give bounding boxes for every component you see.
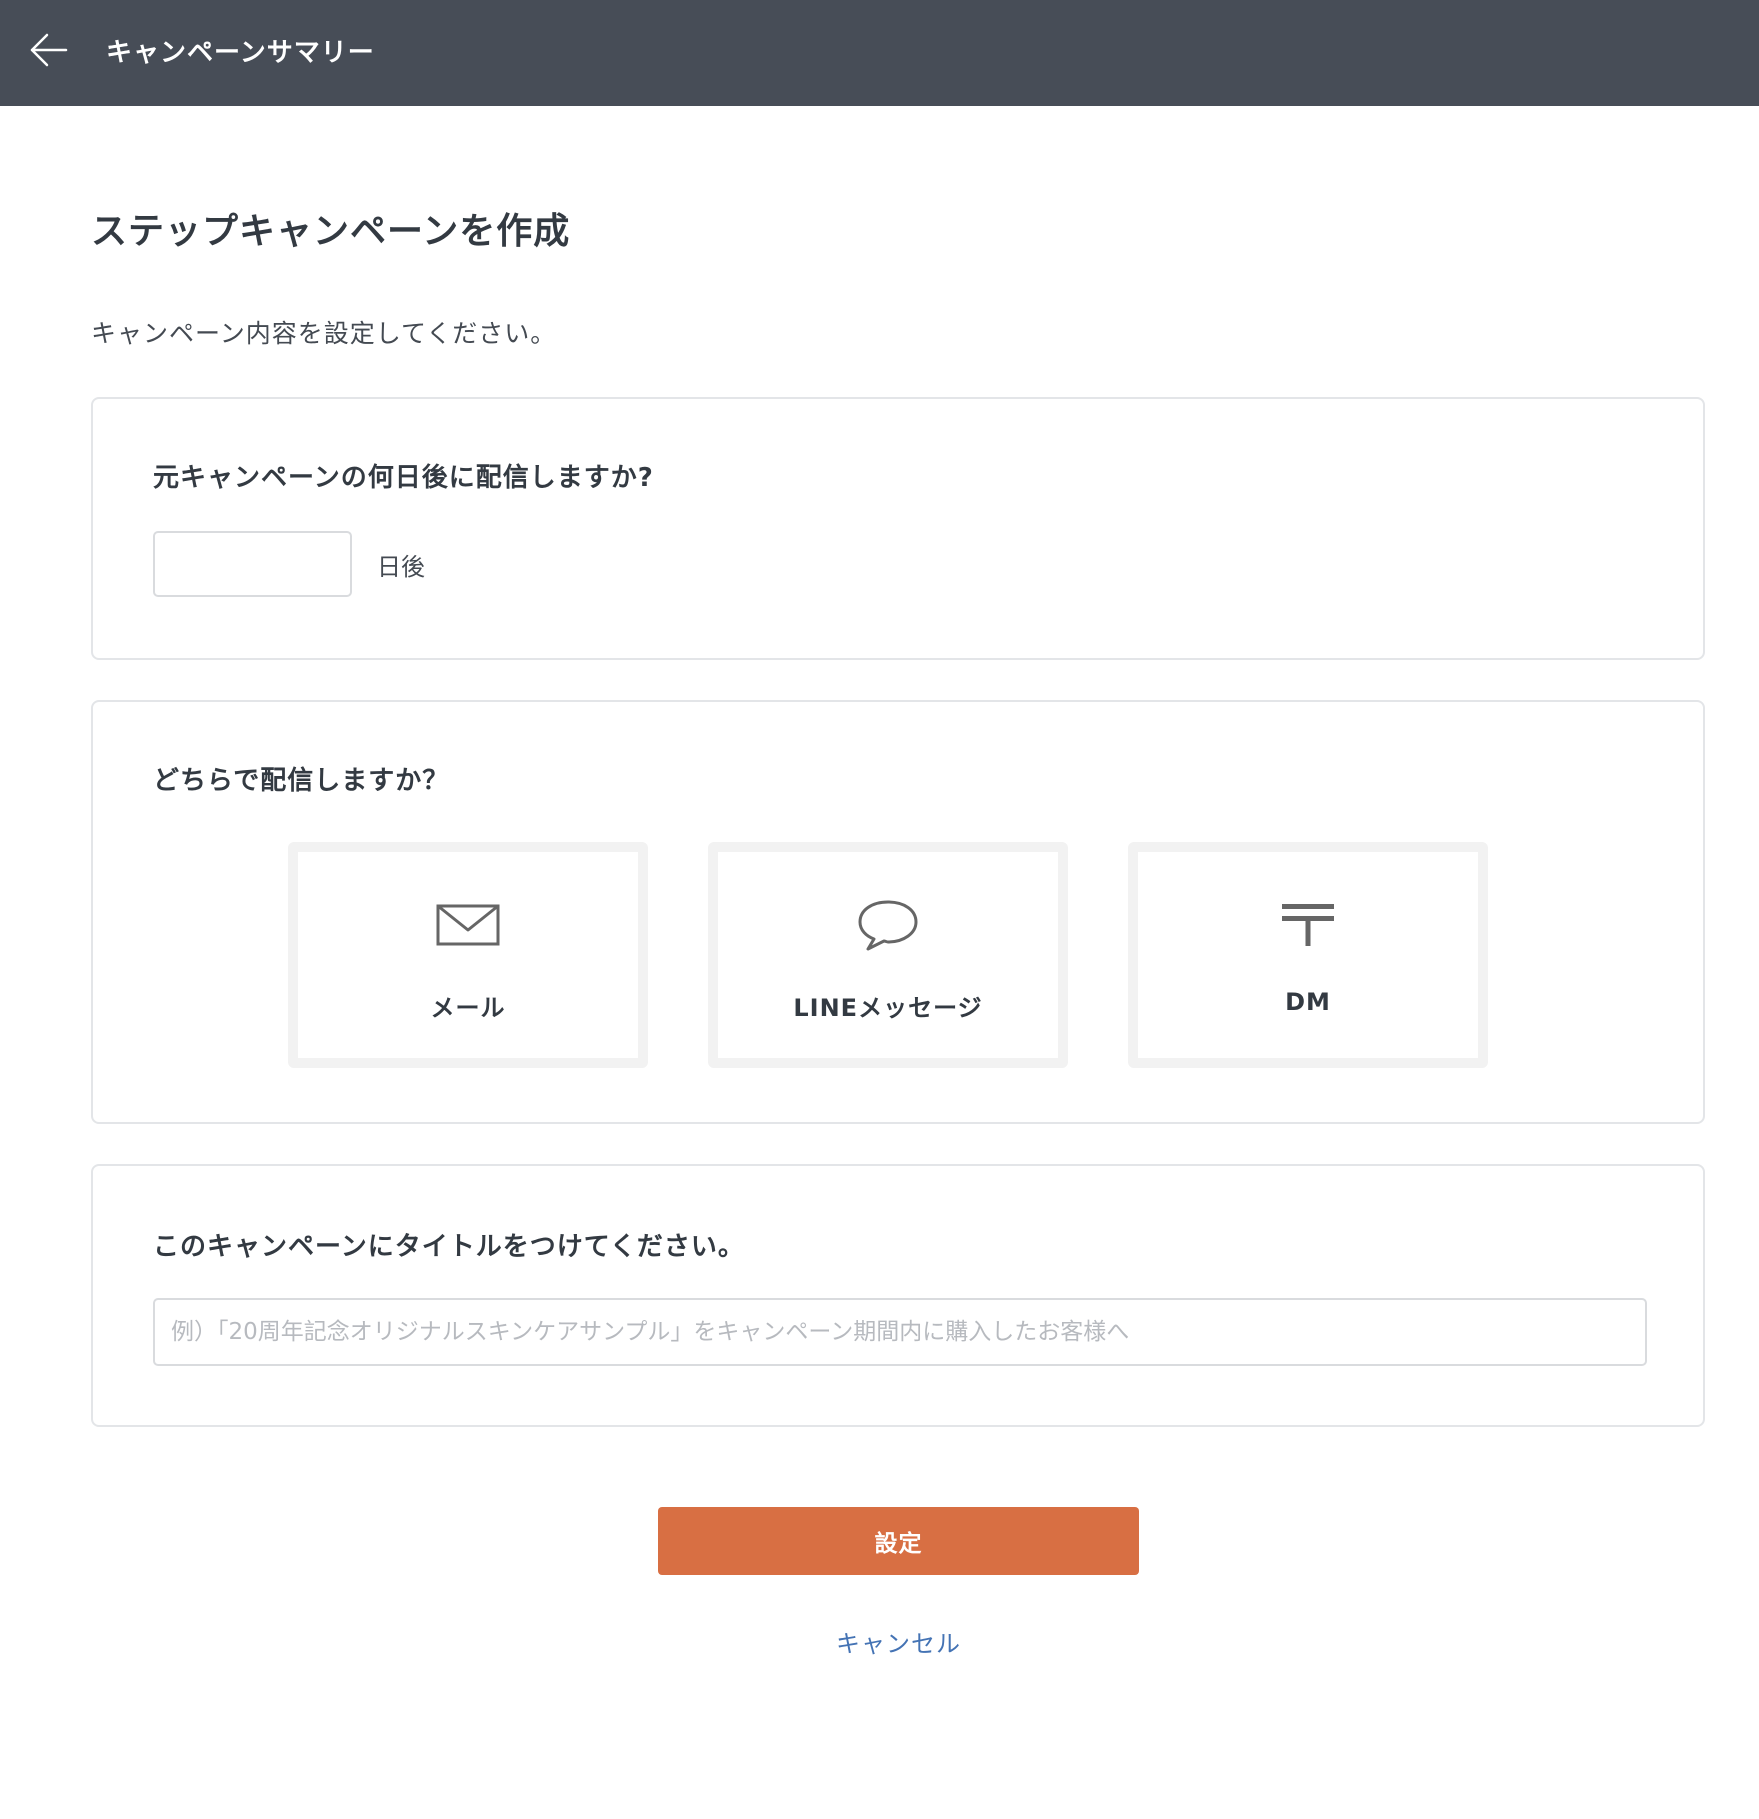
cancel-link[interactable]: キャンセル <box>658 1624 1139 1659</box>
arrow-left-icon <box>30 33 68 67</box>
mail-icon <box>436 904 500 946</box>
delay-days-input[interactable] <box>153 531 352 597</box>
campaign-title-heading: このキャンペーンにタイトルをつけてください。 <box>153 1232 745 1262</box>
top-bar: キャンペーンサマリー <box>0 0 1759 106</box>
channel-option-line[interactable]: LINEメッセージ <box>708 842 1068 1068</box>
channel-option-mail[interactable]: メール <box>288 842 648 1068</box>
channel-card: どちらで配信しますか？ メール LINEメッセージ DM <box>91 700 1705 1124</box>
back-button[interactable] <box>28 29 70 71</box>
page-intro: キャンペーン内容を設定してください。 <box>91 319 557 348</box>
campaign-title-card: このキャンペーンにタイトルをつけてください。 <box>91 1164 1705 1427</box>
page-title: ステップキャンペーンを作成 <box>91 211 571 252</box>
delay-days-suffix: 日後 <box>377 553 425 581</box>
channel-label-mail: メール <box>430 994 506 1022</box>
channel-label-dm: DM <box>1285 988 1331 1016</box>
submit-button[interactable]: 設定 <box>658 1507 1139 1575</box>
campaign-title-input[interactable] <box>153 1298 1647 1366</box>
channel-label-line: LINEメッセージ <box>793 994 983 1022</box>
delay-days-card: 元キャンペーンの何日後に配信しますか? 日後 <box>91 397 1705 660</box>
channel-option-dm[interactable]: DM <box>1128 842 1488 1068</box>
delay-days-heading: 元キャンペーンの何日後に配信しますか? <box>153 463 654 493</box>
header-title: キャンペーンサマリー <box>106 38 375 68</box>
channel-heading: どちらで配信しますか？ <box>153 766 450 796</box>
postal-mark-icon <box>1282 904 1334 946</box>
chat-bubble-icon <box>858 900 918 951</box>
